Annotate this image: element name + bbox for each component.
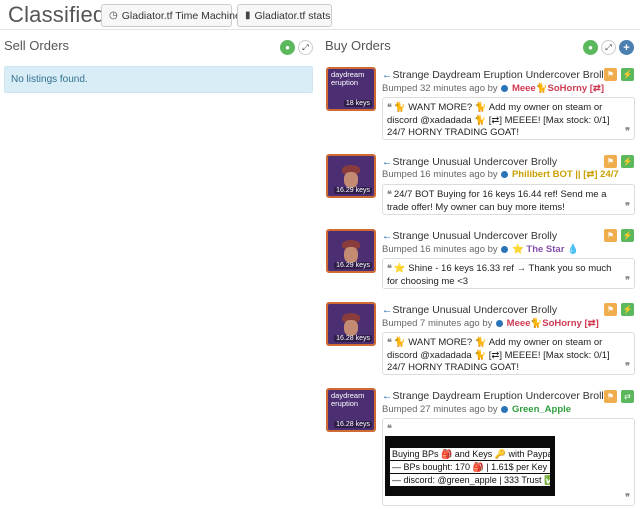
bumped-text: Bumped 16 minutes ago by: [382, 244, 498, 255]
quote-open-icon: ❝: [387, 337, 392, 347]
no-listings-alert: No listings found.: [4, 66, 313, 93]
quote-open-icon: ❝: [387, 423, 392, 433]
user-name[interactable]: Meee🐈SoHorny [⇄]: [507, 318, 599, 329]
bumped-info: Bumped 27 minutes ago by Green_Apple: [382, 404, 571, 415]
message-text: ⭐ Shine - 16 keys 16.33 ref → Thank you …: [387, 263, 612, 287]
message-line: — BPs bought: 170 🎒 | 1.61$ per Key: [390, 461, 550, 473]
bumped-info: Bumped 16 minutes ago by Philibert BOT |…: [382, 169, 619, 180]
bumped-text: Bumped 7 minutes ago by: [382, 318, 493, 329]
listing-name: Strange Daydream Eruption Undercover Bro…: [392, 390, 610, 402]
bumped-text: Bumped 16 minutes ago by: [382, 169, 498, 180]
listing-message: ❝ ⭐ Shine - 16 keys 16.33 ref → Thank you…: [382, 258, 635, 289]
eye-icon[interactable]: ●: [280, 40, 295, 55]
listing-message: ❝ 🐈 WANT MORE? 🐈 Add my owner on steam or…: [382, 332, 635, 375]
listing-message: ❝ 24/7 BOT Buying for 16 keys 16.44 ref! …: [382, 184, 635, 215]
buy-arrow-icon: ←: [382, 230, 393, 242]
flag-icon[interactable]: ⚑: [604, 155, 617, 168]
expand-icon[interactable]: ⤢: [601, 40, 616, 55]
sell-orders-title: Sell Orders: [4, 38, 70, 53]
clock-icon: ◷: [109, 10, 118, 21]
add-icon[interactable]: +: [619, 40, 634, 55]
flag-icon[interactable]: ⚑: [604, 68, 617, 81]
user-avatar-icon: [501, 85, 509, 92]
buy-arrow-icon: ←: [382, 69, 393, 81]
listing-title[interactable]: ←Strange Unusual Undercover Brolly: [382, 156, 557, 168]
quote-close-icon: ❞: [625, 200, 630, 211]
price-tag: 16.29 keys: [334, 187, 372, 194]
quote-close-icon: ❞: [625, 125, 630, 136]
user-name[interactable]: Philibert BOT || [⇄] 24/7: [512, 169, 619, 180]
buy-arrow-icon: ←: [382, 156, 393, 168]
head-graphic: [344, 247, 358, 263]
bumped-text: Bumped 32 minutes ago by: [382, 83, 498, 94]
header-divider: [0, 29, 640, 30]
price-tag: 16.28 keys: [334, 335, 372, 342]
listing-title[interactable]: ←Strange Daydream Eruption Undercover Br…: [382, 69, 609, 81]
buy-arrow-icon: ←: [382, 304, 393, 316]
user-name[interactable]: ⭐ The Star 💧: [512, 244, 579, 255]
message-line: Buying BPs 🎒 and Keys 🔑 with Paypal: [390, 448, 550, 460]
expand-icon[interactable]: ⤢: [298, 40, 313, 55]
lightning-icon[interactable]: ⚡: [621, 155, 634, 168]
time-machine-label: Gladiator.tf Time Machine: [121, 9, 241, 22]
listing-title[interactable]: ←Strange Unusual Undercover Brolly: [382, 230, 557, 242]
price-tag: 16.29 keys: [334, 262, 372, 269]
time-machine-button[interactable]: ◷ Gladiator.tf Time Machine: [101, 4, 241, 27]
bar-chart-icon: ▮: [245, 10, 251, 21]
flag-icon[interactable]: ⚑: [604, 303, 617, 316]
message-text: 🐈 WANT MORE? 🐈 Add my owner on steam or …: [387, 102, 610, 138]
user-name[interactable]: Green_Apple: [512, 404, 571, 415]
user-name[interactable]: Meee🐈SoHorny [⇄]: [512, 83, 604, 94]
lightning-icon[interactable]: ⚡: [621, 68, 634, 81]
header: Classifieds ◷ Gladiator.tf Time Machine …: [0, 0, 640, 32]
quote-close-icon: ❞: [625, 274, 630, 285]
bumped-text: Bumped 27 minutes ago by: [382, 404, 498, 415]
price-tag: 16.28 keys: [334, 421, 372, 428]
listing-name: Strange Unusual Undercover Brolly: [392, 230, 558, 242]
quote-open-icon: ❝: [387, 102, 392, 112]
flag-icon[interactable]: ⚑: [604, 390, 617, 403]
message-text: 🐈 WANT MORE? 🐈 Add my owner on steam or …: [387, 337, 610, 373]
user-avatar-icon: [496, 320, 504, 327]
listing-message: ❝ 🐈 WANT MORE? 🐈 Add my owner on steam or…: [382, 97, 635, 140]
item-thumbnail[interactable]: 16.29 keys: [326, 229, 376, 273]
buy-orders-title: Buy Orders: [325, 38, 391, 53]
buy-arrow-icon: ←: [382, 390, 393, 402]
head-graphic: [344, 172, 358, 188]
item-thumbnail[interactable]: daydream eruption 18 keys: [326, 67, 376, 111]
user-avatar-icon: [501, 246, 509, 253]
item-thumbnail[interactable]: 16.29 keys: [326, 154, 376, 198]
message-text: 24/7 BOT Buying for 16 keys 16.44 ref! S…: [387, 189, 607, 213]
item-thumbnail[interactable]: daydream eruption 16.28 keys: [326, 388, 376, 432]
thumb-label: daydream eruption: [331, 70, 365, 87]
thumb-label: daydream eruption: [331, 391, 365, 408]
bumped-info: Bumped 16 minutes ago by ⭐ The Star 💧: [382, 244, 579, 255]
item-thumbnail[interactable]: 16.28 keys: [326, 302, 376, 346]
quote-close-icon: ❞: [625, 491, 630, 502]
classifieds-page: Classifieds ◷ Gladiator.tf Time Machine …: [0, 0, 640, 509]
eye-icon[interactable]: ●: [583, 40, 598, 55]
listing-name: Strange Unusual Undercover Brolly: [392, 304, 558, 316]
message-line: — discord: @green_apple | 333 Trust ✅: [390, 474, 550, 486]
stats-button[interactable]: ▮ Gladiator.tf stats: [237, 4, 332, 27]
user-avatar-icon: [501, 406, 509, 413]
bumped-info: Bumped 32 minutes ago by Meee🐈SoHorny [⇄…: [382, 83, 604, 94]
lightning-icon[interactable]: ⚡: [621, 229, 634, 242]
flag-icon[interactable]: ⚑: [604, 229, 617, 242]
swap-icon[interactable]: ⇄: [621, 390, 634, 403]
quote-open-icon: ❝: [387, 263, 392, 273]
quote-close-icon: ❞: [625, 360, 630, 371]
head-graphic: [344, 320, 358, 336]
listing-name: Strange Unusual Undercover Brolly: [392, 156, 558, 168]
lightning-icon[interactable]: ⚡: [621, 303, 634, 316]
listing-name: Strange Daydream Eruption Undercover Bro…: [392, 69, 610, 81]
listing-title[interactable]: ←Strange Unusual Undercover Brolly: [382, 304, 557, 316]
bumped-info: Bumped 7 minutes ago by Meee🐈SoHorny [⇄]: [382, 318, 599, 329]
quote-open-icon: ❝: [387, 189, 392, 199]
user-avatar-icon: [501, 171, 509, 178]
price-tag: 18 keys: [343, 100, 372, 107]
stats-label: Gladiator.tf stats: [254, 9, 331, 22]
listing-title[interactable]: ←Strange Daydream Eruption Undercover Br…: [382, 390, 609, 402]
